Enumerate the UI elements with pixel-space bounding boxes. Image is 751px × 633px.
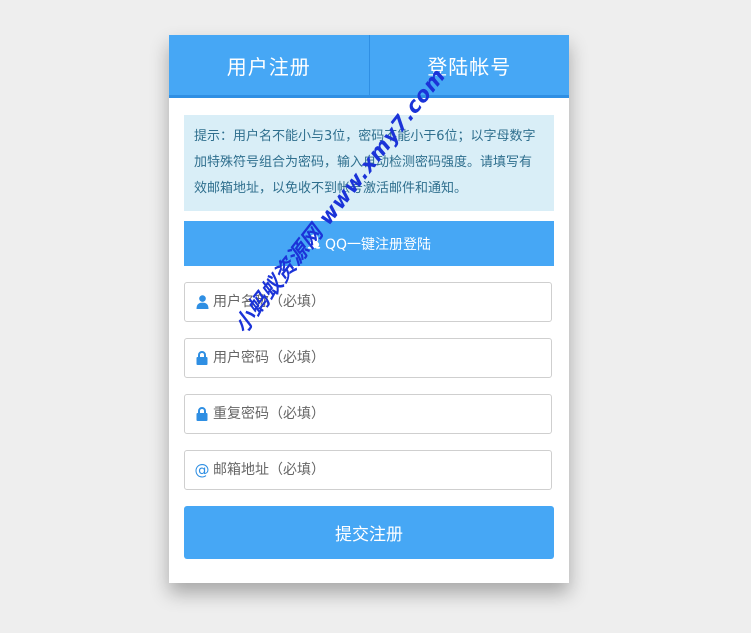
username-input[interactable] — [213, 283, 543, 321]
tab-register-label: 用户注册 — [226, 54, 311, 79]
at-icon: @ — [194, 461, 210, 479]
email-input[interactable] — [213, 451, 543, 489]
tab-bar: 用户注册 登陆帐号 — [169, 35, 569, 98]
notice-text: 提示：用户名不能小与3位，密码不能小于6位；以字母数字加特殊符号组合为密码，输入… — [194, 129, 536, 196]
email-field: @ — [184, 450, 552, 490]
submit-register-button[interactable]: 提交注册 — [184, 506, 554, 559]
qq-register-label: QQ一键注册登陆 — [324, 236, 432, 253]
notice-box: 提示：用户名不能小与3位，密码不能小于6位；以字母数字加特殊符号组合为密码，输入… — [184, 115, 554, 211]
register-card: 用户注册 登陆帐号 提示：用户名不能小与3位，密码不能小于6位；以字母数字加特殊… — [169, 35, 569, 583]
username-field — [184, 282, 552, 322]
qq-register-button[interactable]: QQ一键注册登陆 — [184, 221, 554, 266]
lock-icon — [195, 406, 209, 422]
tab-register[interactable]: 用户注册 — [169, 35, 369, 95]
password-input[interactable] — [213, 339, 543, 377]
password-field — [184, 338, 552, 378]
form-content: 提示：用户名不能小与3位，密码不能小于6位；以字母数字加特殊符号组合为密码，输入… — [169, 98, 569, 559]
confirm-password-input[interactable] — [213, 395, 543, 433]
confirm-password-field — [184, 394, 552, 434]
qq-penguin-icon — [307, 234, 321, 253]
tab-login-label: 登陆帐号 — [427, 54, 512, 79]
tab-login[interactable]: 登陆帐号 — [368, 35, 570, 95]
submit-register-label: 提交注册 — [335, 525, 403, 545]
lock-icon — [195, 350, 209, 366]
user-icon — [195, 294, 209, 310]
